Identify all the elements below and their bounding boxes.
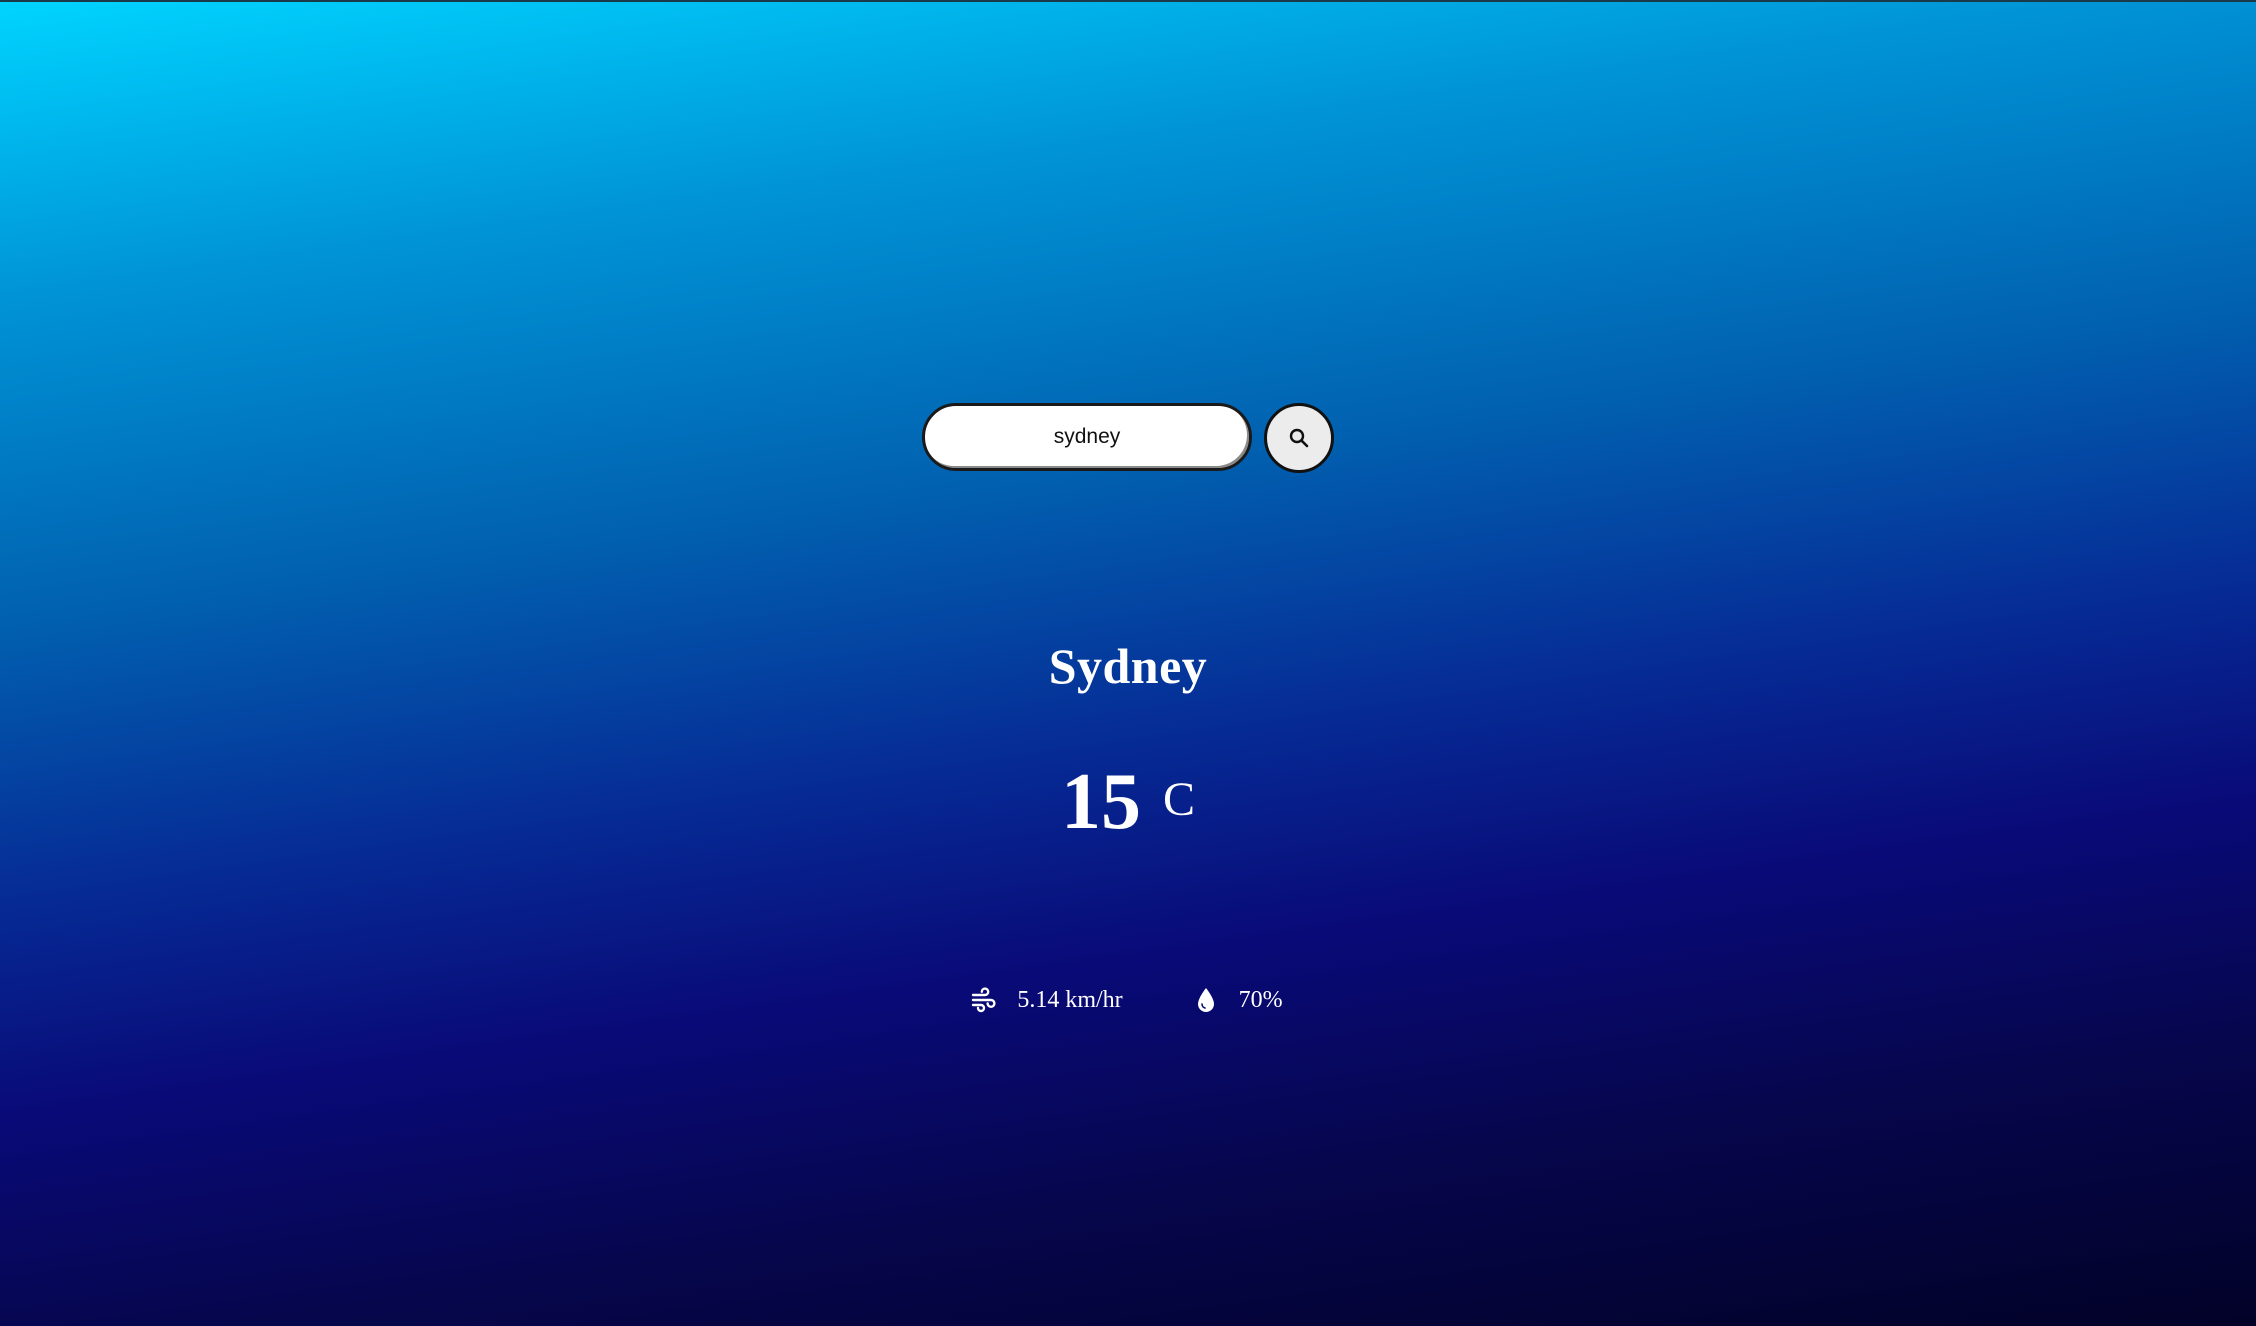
wind-detail: 5.14 km/hr [969, 985, 1123, 1015]
droplet-icon [1191, 985, 1221, 1015]
wind-icon [969, 985, 999, 1015]
humidity-value: 70% [1238, 986, 1283, 1013]
humidity-detail: 70% [1191, 985, 1283, 1015]
temperature-unit: C [1162, 773, 1195, 826]
search-bar [920, 403, 1336, 475]
city-search-input[interactable] [922, 403, 1252, 471]
wind-speed: 5.14 km/hr [1017, 986, 1123, 1013]
search-button[interactable] [1264, 403, 1334, 473]
search-icon [1288, 427, 1310, 449]
temperature-value: 15 [1060, 758, 1141, 846]
top-border [0, 0, 2256, 2]
city-name: Sydney [1048, 638, 1208, 694]
temperature-display: 15 C [0, 752, 2256, 852]
weather-details: 5.14 km/hr 70% [0, 978, 2256, 1022]
